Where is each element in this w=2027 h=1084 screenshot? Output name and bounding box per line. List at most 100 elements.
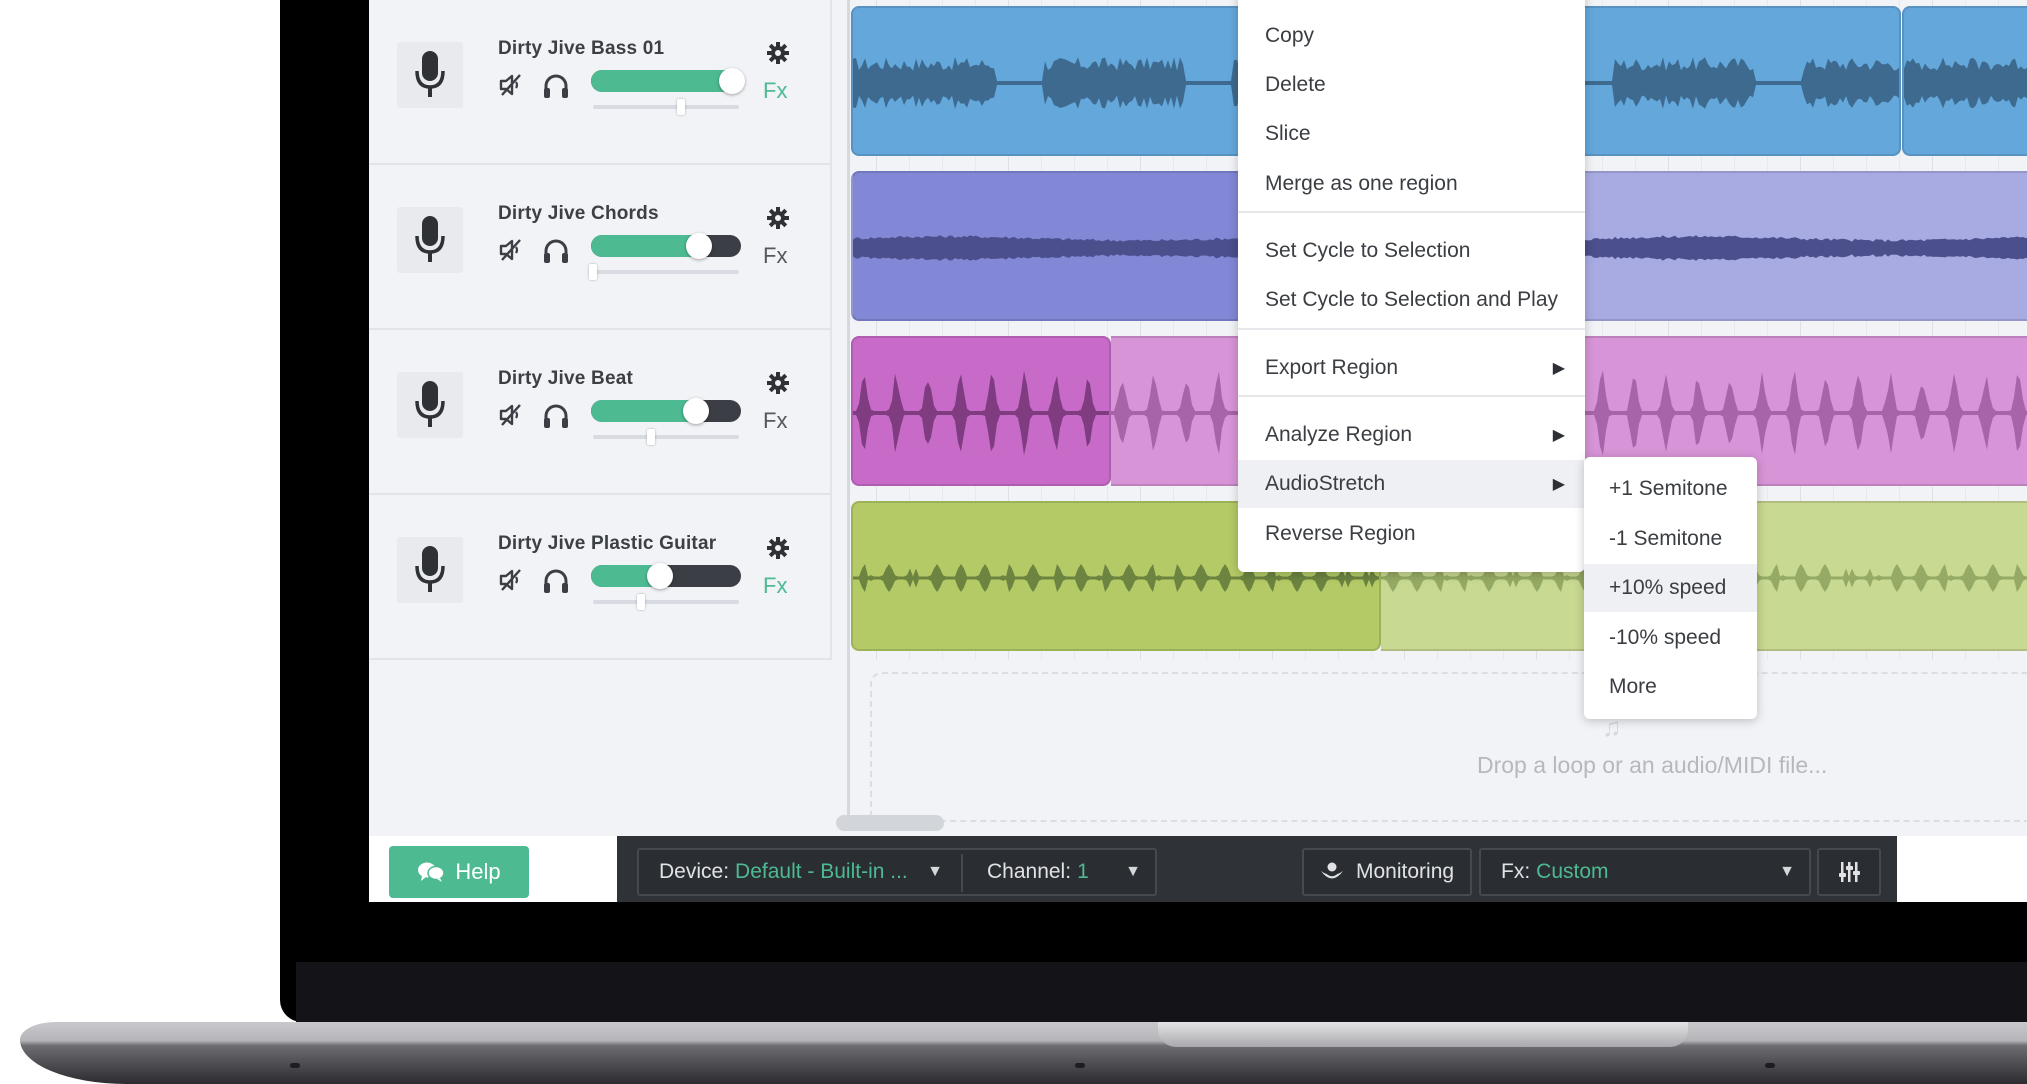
volume-slider[interactable] (591, 233, 741, 259)
monitoring-button[interactable]: Monitoring (1302, 848, 1472, 896)
submenu-item-label: -10% speed (1609, 625, 1722, 649)
gear-icon[interactable] (767, 207, 789, 229)
context-menu-item[interactable]: Slice (1238, 110, 1585, 158)
microphone-icon[interactable] (397, 537, 463, 603)
volume-slider[interactable] (591, 68, 745, 94)
channel-select[interactable]: Channel: 1 (987, 860, 1089, 884)
headphones-icon[interactable] (542, 237, 570, 265)
fx-button[interactable]: Fx (763, 243, 787, 269)
volume-slider[interactable] (591, 563, 741, 589)
submenu-item[interactable]: -1 Semitone (1584, 515, 1757, 563)
pan-thumb[interactable] (637, 594, 646, 610)
help-label: Help (455, 859, 501, 884)
pan-thumb[interactable] (589, 264, 597, 280)
menu-item-label: Delete (1265, 73, 1326, 96)
context-menu-item[interactable]: Export Region ▶ (1238, 344, 1585, 392)
context-menu-item[interactable]: Copy (1238, 12, 1585, 60)
fx-preset-select[interactable]: Fx: Custom ▼ (1479, 848, 1811, 896)
submenu-item[interactable]: +10% speed (1584, 564, 1757, 612)
track-name[interactable]: Dirty Jive Beat (498, 368, 633, 390)
audio-region[interactable] (851, 336, 1111, 486)
context-menu-item[interactable]: Analyze Region ▶ (1238, 411, 1585, 459)
submenu-item[interactable]: -10% speed (1584, 614, 1757, 662)
menu-item-label: Merge as one region (1265, 172, 1458, 195)
track-name[interactable]: Dirty Jive Bass 01 (498, 38, 664, 60)
pan-thumb[interactable] (676, 99, 685, 115)
submenu-item[interactable]: +1 Semitone (1584, 465, 1757, 513)
pan-slider[interactable] (593, 429, 739, 445)
track-header[interactable]: Dirty Jive Beat Fx (369, 330, 830, 495)
track-header[interactable]: Dirty Jive Bass 01 Fx (369, 0, 830, 165)
laptop-foot (1765, 1063, 1775, 1068)
track-name[interactable]: Dirty Jive Chords (498, 203, 659, 225)
chat-bubbles-icon (418, 862, 446, 882)
gear-icon[interactable] (767, 537, 789, 559)
audiostretch-submenu: +1 Semitone -1 Semitone +10% speed -10% spe… (1584, 457, 1757, 719)
menu-item-label: Set Cycle to Selection and Play (1265, 288, 1558, 311)
headphones-icon[interactable] (542, 72, 570, 100)
fx-label: Fx: (1501, 860, 1531, 883)
gear-icon[interactable] (767, 372, 789, 394)
headphones-icon[interactable] (542, 567, 570, 595)
fx-button[interactable]: Fx (763, 408, 787, 434)
pan-slider[interactable] (593, 99, 739, 115)
fx-button[interactable]: Fx (763, 573, 787, 599)
submenu-item-label: +10% speed (1609, 576, 1727, 599)
mute-icon[interactable] (498, 402, 524, 428)
track-name[interactable]: Dirty Jive Plastic Guitar (498, 533, 716, 555)
mute-icon[interactable] (498, 567, 524, 593)
channel-caret-icon: ▼ (1125, 863, 1141, 880)
mute-icon[interactable] (498, 72, 524, 98)
context-menu-item[interactable]: Set Cycle to Selection (1238, 227, 1585, 275)
context-menu-item[interactable]: Merge as one region (1238, 160, 1585, 208)
submenu-arrow-icon: ▶ (1552, 476, 1565, 493)
device-label: Device: (659, 860, 730, 883)
mute-icon[interactable] (498, 237, 524, 263)
headphones-icon[interactable] (542, 402, 570, 430)
menu-separator (1238, 211, 1585, 213)
microphone-icon[interactable] (397, 372, 463, 438)
device-select[interactable]: Device: Default - Built-in ... ▼ Channel… (637, 848, 1157, 896)
drop-zone[interactable] (870, 672, 2027, 822)
context-menu-item[interactable]: Reverse Region (1238, 510, 1585, 558)
microphone-icon[interactable] (397, 207, 463, 273)
monitoring-icon (1321, 862, 1343, 879)
volume-thumb[interactable] (719, 68, 745, 94)
pan-slider[interactable] (589, 264, 739, 280)
audio-region[interactable] (1902, 6, 2027, 156)
volume-fill (591, 70, 732, 92)
device-caret-icon: ▼ (927, 863, 943, 880)
context-menu-item[interactable]: Delete (1238, 61, 1585, 109)
horizontal-scrollbar[interactable] (836, 815, 944, 831)
gear-icon[interactable] (767, 42, 789, 64)
microphone-icon[interactable] (397, 42, 463, 108)
menu-item-label: Set Cycle to Selection (1265, 239, 1471, 262)
device-value: Default - Built-in ... (735, 860, 908, 883)
submenu-item-label: -1 Semitone (1609, 526, 1723, 550)
pan-thumb[interactable] (647, 429, 656, 445)
laptop-hinge-notch (1158, 1022, 1688, 1047)
track-header[interactable]: Dirty Jive Plastic Guitar Fx (369, 495, 830, 660)
track-header[interactable]: Dirty Jive Chords Fx (369, 165, 830, 330)
menu-item-label: Export Region (1265, 356, 1399, 379)
fx-button[interactable]: Fx (763, 78, 787, 104)
monitoring-label: Monitoring (1356, 860, 1455, 883)
laptop-foot (290, 1063, 300, 1068)
volume-fill (591, 235, 699, 257)
sliders-icon (1839, 862, 1860, 882)
pan-slider[interactable] (593, 594, 739, 610)
volume-slider[interactable] (591, 398, 741, 424)
fx-caret-icon: ▼ (1779, 863, 1795, 880)
volume-fill (591, 400, 696, 422)
mixer-settings-button[interactable] (1817, 848, 1881, 896)
context-menu-item[interactable]: Set Cycle to Selection and Play (1238, 276, 1585, 324)
laptop-base (20, 1022, 2027, 1084)
waveform (853, 370, 1109, 456)
submenu-item[interactable]: More (1584, 663, 1757, 711)
context-menu-item[interactable]: AudioStretch ▶ (1238, 460, 1585, 508)
menu-item-label: Reverse Region (1265, 522, 1416, 545)
volume-thumb[interactable] (686, 233, 712, 259)
volume-thumb[interactable] (683, 398, 709, 424)
volume-thumb[interactable] (647, 563, 673, 589)
help-button[interactable]: Help (389, 846, 529, 898)
